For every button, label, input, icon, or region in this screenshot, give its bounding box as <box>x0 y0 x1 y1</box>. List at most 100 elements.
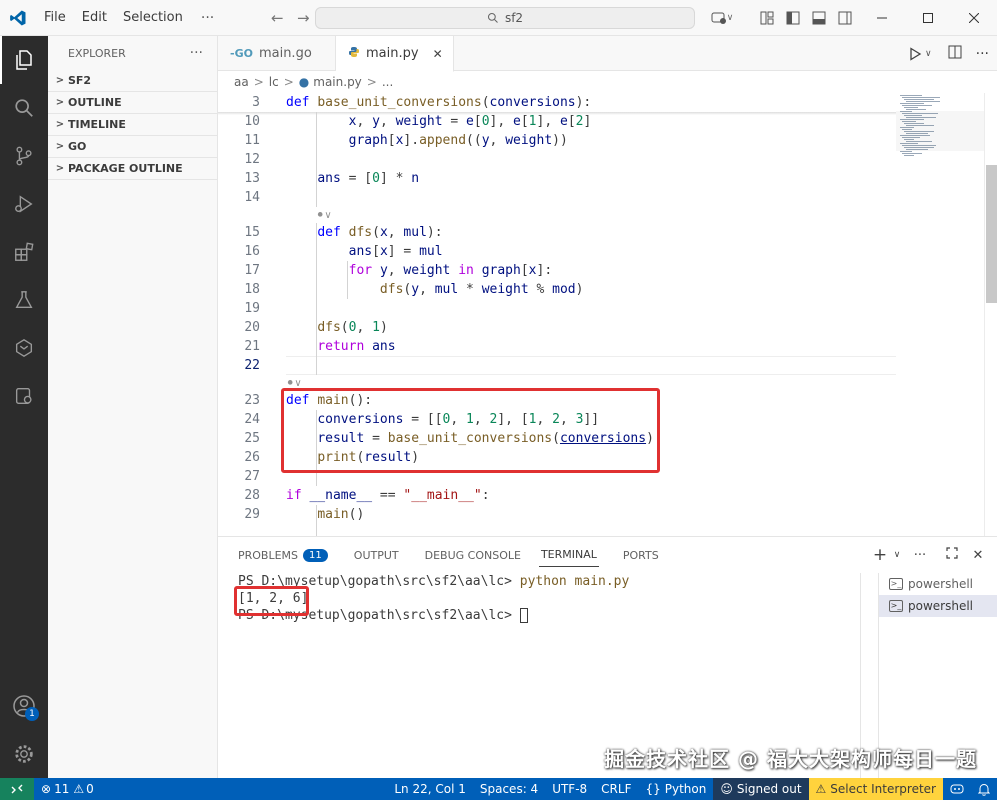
toggle-sidebar-icon[interactable] <box>780 0 806 36</box>
copilot-status-icon[interactable] <box>943 778 971 800</box>
command-center-search[interactable]: sf2 <box>315 7 695 29</box>
menu-more-icon[interactable]: ··· <box>191 10 224 26</box>
close-window-icon[interactable] <box>951 0 997 36</box>
code-line[interactable]: 20 dfs(0, 1) <box>218 318 896 337</box>
code-line[interactable]: 15 def dfs(x, mul): <box>218 223 896 242</box>
forward-arrow-icon[interactable]: → <box>290 9 316 27</box>
indent-guide <box>316 112 317 207</box>
back-arrow-icon[interactable]: ← <box>264 9 290 27</box>
terminal-item-powershell[interactable]: >_ powershell <box>879 573 997 595</box>
remote-indicator-icon[interactable] <box>0 778 34 800</box>
code-line[interactable]: 11 graph[x].append((y, weight)) <box>218 131 896 150</box>
section-label: GO <box>68 140 87 153</box>
copilot-icon[interactable]: ∨ <box>704 0 740 36</box>
new-terminal-icon[interactable]: + <box>869 545 891 565</box>
minimap-viewport[interactable] <box>896 111 984 151</box>
select-interpreter[interactable]: ⚠ Select Interpreter <box>808 778 943 800</box>
line-number: 14 <box>244 190 260 205</box>
problems-count-badge: 11 <box>303 548 328 562</box>
section-go[interactable]: > GO <box>48 136 217 158</box>
search-icon[interactable] <box>0 84 48 132</box>
section-outline[interactable]: > OUTLINE <box>48 92 217 114</box>
code-line[interactable]: 19 <box>218 299 896 318</box>
terminal-output[interactable]: PS D:\mysetup\gopath\src\sf2\aa\lc> pyth… <box>238 573 858 624</box>
run-python-file-icon[interactable]: ∨ <box>908 46 932 61</box>
code-line[interactable]: 12 <box>218 150 896 169</box>
maximize-icon[interactable] <box>905 0 951 36</box>
notifications-bell-icon[interactable] <box>971 778 997 800</box>
panel-tab-debug-console[interactable]: DEBUG CONSOLE <box>417 537 529 573</box>
breadcrumb-more[interactable]: ... <box>382 75 393 89</box>
breadcrumb-separator-icon: > <box>366 75 377 89</box>
tab-main-py[interactable]: main.py ✕ <box>336 36 454 72</box>
problems-status[interactable]: ⊗ 11 ⚠ 0 <box>34 778 101 800</box>
terminal-dropdown-icon[interactable]: ∨ <box>891 550 903 560</box>
account-status[interactable]: ☺ Signed out <box>713 778 809 800</box>
code-line[interactable]: 18 dfs(y, mul * weight % mod) <box>218 280 896 299</box>
terminal-icon: >_ <box>889 578 903 590</box>
account-icon: ☺ <box>720 782 733 796</box>
customize-layout-icon[interactable] <box>754 0 780 36</box>
minimize-icon[interactable] <box>859 0 905 36</box>
editor-vertical-scrollbar[interactable] <box>984 93 997 536</box>
run-debug-icon[interactable] <box>0 180 48 228</box>
minimap[interactable] <box>896 93 984 536</box>
menu-file[interactable]: File <box>36 0 74 36</box>
more-actions-icon[interactable]: ··· <box>976 46 989 62</box>
close-tab-icon[interactable]: ✕ <box>433 47 443 61</box>
end-of-line[interactable]: CRLF <box>594 778 638 800</box>
section-timeline[interactable]: > TIMELINE <box>48 114 217 136</box>
terminal-item-powershell-selected[interactable]: >_ powershell <box>879 595 997 617</box>
split-editor-icon[interactable] <box>948 45 962 62</box>
close-panel-icon[interactable]: ✕ <box>967 548 989 563</box>
extensions-icon[interactable] <box>0 228 48 276</box>
title-bar: File Edit Selection ··· ← → sf2 ∨ <box>0 0 997 36</box>
code-line[interactable]: 17 for y, weight in graph[x]: <box>218 261 896 280</box>
editor-scrollbar-thumb[interactable] <box>986 165 997 303</box>
panel-tab-problems[interactable]: PROBLEMS 11 <box>230 537 336 573</box>
section-sf2[interactable]: > SF2 <box>48 70 217 92</box>
menu-selection[interactable]: Selection <box>115 0 191 36</box>
testing-flask-icon[interactable] <box>0 276 48 324</box>
line-number: 3 <box>252 95 260 110</box>
panel-tab-ports[interactable]: PORTS <box>615 537 667 573</box>
settings-gear-icon[interactable] <box>0 730 48 778</box>
breadcrumb-folder-aa[interactable]: aa <box>234 75 249 89</box>
explorer-icon[interactable] <box>0 36 48 84</box>
source-control-icon[interactable] <box>0 132 48 180</box>
accounts-icon[interactable]: 1 <box>0 682 48 730</box>
panel-tab-output[interactable]: OUTPUT <box>346 537 407 573</box>
code-text: for y, weight in graph[x]: <box>348 263 553 278</box>
section-package-outline[interactable]: > PACKAGE OUTLINE <box>48 158 217 180</box>
code-line[interactable]: 29 main() <box>218 505 896 524</box>
breadcrumb-folder-lc[interactable]: lc <box>269 75 279 89</box>
remote-explorer-icon[interactable] <box>0 324 48 372</box>
menu-edit[interactable]: Edit <box>74 0 115 36</box>
code-line[interactable]: 22 <box>218 356 896 375</box>
tab-main-go[interactable]: -GO main.go <box>218 36 336 71</box>
code-line[interactable]: 16 ans[x] = mul <box>218 242 896 261</box>
maximize-panel-icon[interactable] <box>941 547 963 563</box>
code-line[interactable]: 21 return ans <box>218 337 896 356</box>
indentation-spaces[interactable]: Spaces: 4 <box>473 778 545 800</box>
panel-more-icon[interactable]: ··· <box>909 548 931 563</box>
code-line[interactable]: 13 ans = [0] * n <box>218 169 896 188</box>
code-line[interactable]: 10 x, y, weight = e[0], e[1], e[2] <box>218 112 896 131</box>
docker-icon[interactable] <box>0 372 48 420</box>
minimap-line <box>900 103 924 104</box>
codelens-icon[interactable]: ⚫∨ <box>316 208 332 224</box>
cursor-position[interactable]: Ln 22, Col 1 <box>387 778 473 800</box>
panel-tab-terminal[interactable]: TERMINAL <box>538 543 599 567</box>
code-line[interactable]: 14 <box>218 188 896 207</box>
toggle-secondary-sidebar-icon[interactable] <box>832 0 858 36</box>
breadcrumb-file[interactable]: main.py <box>313 75 362 89</box>
line-number: 28 <box>244 488 260 503</box>
code-line[interactable]: 3 def base_unit_conversions(conversions): <box>218 93 896 112</box>
toggle-panel-icon[interactable] <box>806 0 832 36</box>
go-file-icon: -GO <box>230 47 253 60</box>
language-mode[interactable]: {} Python <box>638 778 713 800</box>
code-line[interactable]: 28 if __name__ == "__main__": <box>218 486 896 505</box>
search-text: sf2 <box>504 11 524 25</box>
file-encoding[interactable]: UTF-8 <box>545 778 594 800</box>
explorer-more-icon[interactable]: ··· <box>190 45 203 61</box>
